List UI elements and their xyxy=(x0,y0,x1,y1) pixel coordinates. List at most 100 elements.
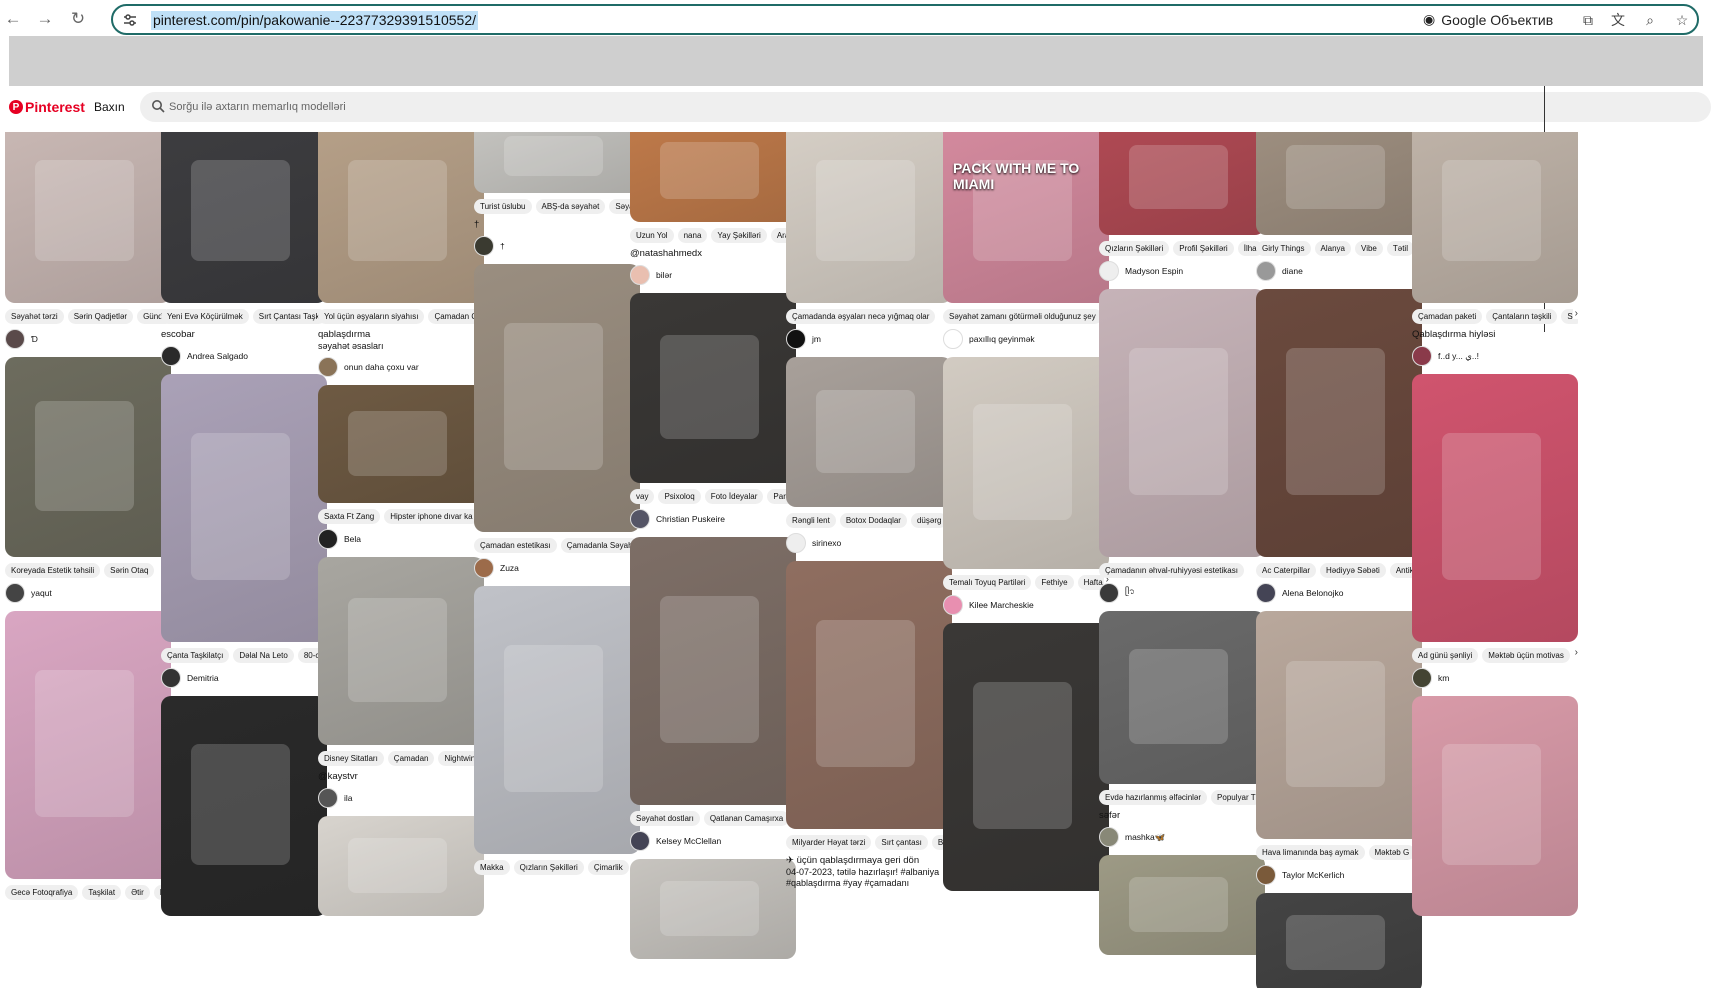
pin-image[interactable] xyxy=(786,561,952,829)
pin-author[interactable]: diane xyxy=(1256,261,1422,281)
site-settings-icon[interactable] xyxy=(122,12,138,28)
tag-chip[interactable]: Girly Things xyxy=(1256,240,1311,256)
tag-chip[interactable]: Makka xyxy=(474,859,510,875)
pin-author[interactable]: Christian Puskeire xyxy=(630,509,796,529)
pin-card[interactable] xyxy=(1256,893,1422,988)
pin-card[interactable]: Ac CaterpillarHədiyyə SəbətiAntik› Alena … xyxy=(1256,289,1422,603)
tag-chip[interactable]: Çamadan estetikası xyxy=(474,537,557,553)
tag-chip[interactable]: Saxta Ft Zang xyxy=(318,508,381,524)
pin-card[interactable]: Turist üslubuABŞ-da səyahətSəyah› † † xyxy=(474,132,640,256)
tag-chip[interactable]: Çamadanla Səyah xyxy=(560,537,639,553)
pin-title[interactable]: @kaystvr xyxy=(318,771,484,783)
tag-chip[interactable]: Məktəb G xyxy=(1368,844,1416,860)
pin-image[interactable] xyxy=(630,293,796,483)
tag-chip[interactable]: Çanta Taşkilatçı xyxy=(161,647,230,663)
tag-chip[interactable]: Məktəb üçün motivas xyxy=(1482,647,1570,663)
pin-image[interactable] xyxy=(1256,132,1422,235)
pin-title[interactable]: @natashahmedx xyxy=(630,248,796,260)
tag-chip[interactable]: Uzun Yol xyxy=(630,227,674,243)
pin-author[interactable]: Taylor McKerlich xyxy=(1256,865,1422,885)
pin-image[interactable] xyxy=(630,132,796,222)
tag-chip[interactable]: Botox Dodaqlar xyxy=(839,512,907,528)
tag-chip[interactable]: Alanya xyxy=(1314,240,1351,256)
pin-image[interactable] xyxy=(318,557,484,745)
pin-image[interactable] xyxy=(1412,696,1578,916)
pin-image[interactable] xyxy=(1256,289,1422,557)
tag-chip[interactable]: Sərin Qadjetlər xyxy=(67,308,134,324)
pin-author[interactable]: mashka🦋 xyxy=(1099,827,1265,847)
pin-card[interactable]: Disney SitatlarıÇamadanNightwin› @kaystvr… xyxy=(318,557,484,808)
tag-chip[interactable]: Ac Caterpillar xyxy=(1256,562,1317,578)
explore-link[interactable]: Baxın xyxy=(94,100,125,114)
tag-chip[interactable]: Turist üslubu xyxy=(474,198,532,214)
tag-chip[interactable]: Disney Sitatları xyxy=(318,750,384,766)
pin-image[interactable] xyxy=(786,132,952,303)
tag-chip[interactable]: Milyarder Həyat tərzi xyxy=(786,834,872,850)
tag-chip[interactable]: düşərg xyxy=(910,512,948,528)
tag-chip[interactable]: Hava limanında baş aymak xyxy=(1256,844,1365,860)
tag-chip[interactable]: Profil Şəkilləri xyxy=(1173,240,1234,256)
tag-chip[interactable]: Evdə hazırlanmış əlfəcinlər xyxy=(1099,789,1208,805)
pin-image[interactable] xyxy=(161,696,327,916)
pin-title[interactable]: səfər xyxy=(1099,810,1265,822)
pin-author[interactable]: Zuza xyxy=(474,558,640,578)
pin-card[interactable]: Qızların ŞəkilləriProfil Şəkilləriİlha› M… xyxy=(1099,132,1265,281)
pin-card[interactable]: Koreyada Estetik təhsiliSərin Otaq› yaqut xyxy=(5,357,171,603)
pin-image[interactable] xyxy=(943,623,1109,891)
pin-title[interactable]: qablaşdırma xyxy=(318,329,484,341)
tag-chip[interactable]: Ətir xyxy=(125,884,150,900)
tag-chip[interactable]: Yay Şəkilləri xyxy=(711,227,767,243)
forward-icon[interactable]: → xyxy=(34,8,56,30)
bookmark-star-icon[interactable]: ☆ xyxy=(1673,11,1691,29)
install-app-icon[interactable]: ⧉ xyxy=(1579,11,1597,29)
tag-chip[interactable]: Qatlanan Camaşırxa xyxy=(703,810,790,826)
pin-author[interactable]: ila xyxy=(318,788,484,808)
tag-chip[interactable]: Yol üçün əşyaların siyahısı xyxy=(318,308,425,324)
pin-image[interactable] xyxy=(161,374,327,642)
translate-icon[interactable]: 文 xyxy=(1609,11,1627,29)
pin-image[interactable] xyxy=(5,357,171,557)
zoom-icon[interactable]: ⌕ xyxy=(1641,11,1659,29)
pin-card[interactable]: Ad günü şənliyi Məktəb üçün motivas › km xyxy=(1412,374,1578,688)
tag-chip[interactable]: Səyahət tərzi xyxy=(5,308,64,324)
pin-image[interactable] xyxy=(318,132,484,303)
pin-image[interactable] xyxy=(1099,132,1265,235)
pin-card[interactable]: Səyahət tərziSərin QadjetlərGündə› Ɗ xyxy=(5,132,171,349)
tag-chip[interactable]: Çimarlik xyxy=(587,859,629,875)
pin-author[interactable]: Kelsey McClellan xyxy=(630,831,796,851)
pin-card[interactable]: Yol üçün əşyaların siyahısıÇamadan Q› qab… xyxy=(318,132,484,377)
pin-title[interactable]: ✈ üçün qablaşdırmaya geri dön xyxy=(786,855,952,867)
pin-image[interactable] xyxy=(943,357,1109,569)
tag-chip[interactable]: Sərin Otaq xyxy=(104,562,155,578)
pin-card[interactable] xyxy=(318,816,484,916)
pin-author[interactable]: ᥫ᭡ xyxy=(1099,583,1265,603)
pin-card[interactable]: Uzun YolnanaYay ŞəkilləriAra› @natashahme… xyxy=(630,132,796,285)
tag-chip[interactable]: Çamadanda əşyaları necə yığmaq olar xyxy=(786,308,936,324)
tag-chip[interactable]: Tətil xyxy=(1386,240,1414,256)
pin-title[interactable]: † xyxy=(474,219,640,231)
tag-chip[interactable]: Psixoloq xyxy=(658,488,701,504)
pin-image[interactable] xyxy=(1412,132,1578,303)
pin-image[interactable] xyxy=(318,816,484,916)
chevron-right-icon[interactable]: › xyxy=(1572,308,1578,319)
pin-title[interactable]: escobar xyxy=(161,329,327,341)
tag-chip[interactable]: Səyahət zamanı götürməli olduğunuz şey xyxy=(943,308,1102,324)
pin-image[interactable]: PACK WITH ME TO MIAMI xyxy=(943,132,1109,303)
pin-image[interactable] xyxy=(630,859,796,959)
tag-chip[interactable]: Sırt Çantası Taşk xyxy=(252,308,326,324)
pin-author[interactable]: Alena Belonojko xyxy=(1256,583,1422,603)
pin-author[interactable]: † xyxy=(474,236,640,256)
reload-icon[interactable]: ↻ xyxy=(67,8,89,30)
google-lens-button[interactable]: ◉ Google Объектив xyxy=(1423,11,1553,28)
pin-card[interactable]: Gecə FotoqrafiyaTaşkilatƏtirK› xyxy=(5,611,171,900)
tag-chip[interactable]: Yeni Evə Köçürülmək xyxy=(161,308,249,324)
tag-chip[interactable]: Çantaların təşkili xyxy=(1486,308,1558,324)
url-text[interactable]: pinterest.com/pin/pakowanie--22377329391… xyxy=(151,11,479,30)
pin-card[interactable]: Səyahət dostlarıQatlanan Camaşırxa› Kelse… xyxy=(630,537,796,851)
tag-chip[interactable]: Temalı Toyuq Partiləri xyxy=(943,574,1032,590)
pin-author[interactable]: Kilee Marcheskie xyxy=(943,595,1109,615)
pin-image[interactable] xyxy=(1256,611,1422,839)
pin-author[interactable]: Demitria xyxy=(161,668,327,688)
address-bar[interactable]: pinterest.com/pin/pakowanie--22377329391… xyxy=(111,4,1699,35)
tag-chip[interactable]: ABŞ-da səyahət xyxy=(535,198,606,214)
